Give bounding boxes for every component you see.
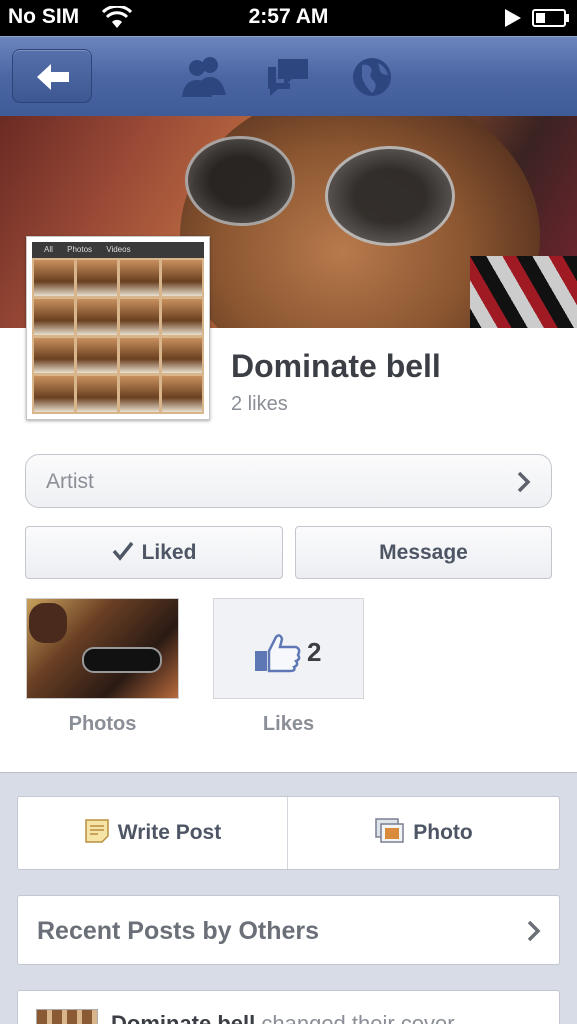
profile-picture[interactable]: All Photos Videos [26, 236, 210, 420]
messages-icon[interactable] [264, 55, 312, 99]
divider [0, 772, 577, 773]
battery-icon [532, 9, 569, 27]
thumbs-up-icon [255, 634, 301, 673]
photos-label: Photos [68, 713, 137, 735]
photo-icon [375, 818, 404, 843]
back-arrow-icon [37, 64, 69, 90]
recent-posts-label: Recent Posts by Others [37, 917, 320, 945]
category-label: Artist [46, 470, 94, 493]
message-button[interactable]: Message [295, 526, 552, 579]
photos-thumbnail[interactable] [26, 598, 179, 699]
write-post-label: Write Post [117, 821, 222, 844]
nav-bar [0, 36, 577, 116]
likes-label: Likes [262, 713, 315, 735]
write-post-icon [85, 819, 109, 843]
composer-bar: Write Post Photo [17, 796, 560, 870]
back-button[interactable] [12, 49, 92, 103]
recent-posts-row[interactable]: Recent Posts by Others [17, 895, 560, 965]
story-thumbnail [36, 1009, 98, 1024]
play-icon [505, 9, 521, 27]
friends-icon[interactable] [180, 55, 228, 99]
likes-tile[interactable]: 2 [213, 598, 364, 699]
chevron-right-icon [517, 471, 531, 493]
liked-button[interactable]: Liked [25, 526, 283, 579]
photo-label: Photo [413, 821, 473, 844]
chevron-right-icon [527, 920, 541, 942]
clock: 2:57 AM [248, 5, 329, 28]
story-text: Dominate bell changed their cover [111, 1011, 455, 1024]
story-action: changed their cover [261, 1011, 455, 1024]
liked-label: Liked [141, 541, 197, 564]
story-card[interactable]: Dominate bell changed their cover [17, 990, 560, 1024]
page-title: Dominate bell [231, 348, 441, 384]
photo-button[interactable]: Photo [289, 797, 559, 869]
checkmark-icon [112, 541, 133, 561]
message-label: Message [379, 541, 468, 564]
category-button[interactable]: Artist [25, 454, 552, 508]
globe-icon[interactable] [350, 55, 398, 99]
write-post-button[interactable]: Write Post [18, 797, 288, 869]
status-bar: No SIM 2:57 AM [0, 0, 577, 36]
likes-count: 2 [307, 637, 322, 667]
page-likes-count: 2 likes [231, 393, 288, 415]
story-author[interactable]: Dominate bell [111, 1011, 255, 1024]
